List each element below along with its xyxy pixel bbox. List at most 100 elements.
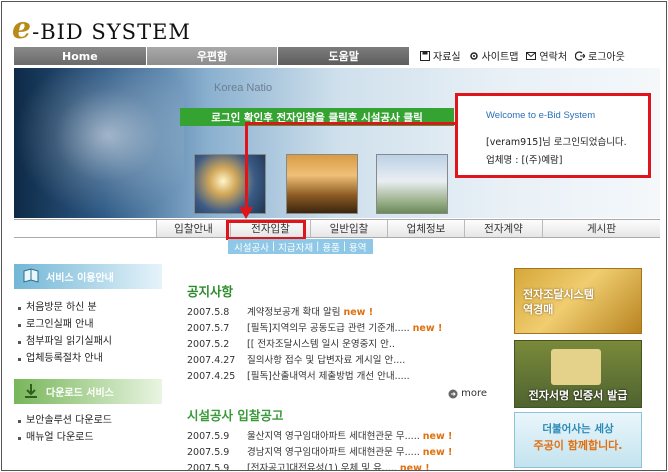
annotation-line-horizontal xyxy=(245,122,457,125)
util-contact[interactable]: 연락처 xyxy=(526,48,567,63)
table-row[interactable]: 2007.5.9 [전자공고]대전유성(1) 우체 및 유..... new ! xyxy=(187,461,497,471)
new-badge: new ! xyxy=(399,463,430,471)
submenu-general-bid[interactable]: 일반입찰 xyxy=(310,220,387,237)
reverse-auction-line2: 역경매 xyxy=(523,303,554,316)
list-item[interactable]: 보안솔루션 다운로드 xyxy=(14,412,162,429)
list-item[interactable]: 업체등록절차 안내 xyxy=(14,350,162,367)
notices-more-link[interactable]: more xyxy=(187,388,497,399)
util-sitemap-label: 사이트맵 xyxy=(481,52,519,63)
certificate-image xyxy=(551,349,601,385)
reverse-auction-text: 전자조달시스템 역경매 xyxy=(523,287,594,317)
top-nav: Home 우편함 도움말 xyxy=(14,47,410,65)
banner-photo-sunlight xyxy=(194,154,266,214)
download-list: 보안솔루션 다운로드 매뉴얼 다운로드 xyxy=(14,412,162,446)
subsub-construction[interactable]: 시설공사 xyxy=(234,240,269,254)
banner-photo-crane xyxy=(286,154,358,214)
table-row[interactable]: 2007.5.2 [[ 전자조달시스템 일시 운영중지 안.. xyxy=(187,337,497,353)
jugong-banner[interactable]: 더불어사는 세상 주공이 함께합니다. xyxy=(514,412,642,468)
download-icon xyxy=(25,384,37,398)
jugong-line2: 주공이 함께합니다. xyxy=(533,439,623,452)
bid-date: 2007.5.9 xyxy=(187,447,230,458)
notice-date: 2007.4.27 xyxy=(187,355,236,366)
tab-mailbox[interactable]: 우편함 xyxy=(146,47,278,65)
envelope-icon xyxy=(526,51,537,60)
notices-title: 공지사항 xyxy=(187,284,234,299)
new-badge: new ! xyxy=(422,447,453,458)
utility-nav: 자료실 사이트맵 연락처 로그아웃 xyxy=(420,48,625,63)
submenu-e-contract[interactable]: 전자계약 xyxy=(464,220,542,237)
welcome-company: 업체명 : [(주)예람] xyxy=(486,155,563,166)
ebid-logo[interactable]: e -BID SYSTEM xyxy=(12,11,191,46)
subsub-separator-2: | xyxy=(316,241,320,252)
list-item[interactable]: 첨부파일 읽기실패시 xyxy=(14,333,162,350)
gear-icon xyxy=(469,51,478,60)
certificate-banner[interactable]: 전자서명 인증서 발급 xyxy=(514,340,642,408)
welcome-title: Welcome to e-Bid System xyxy=(486,110,596,121)
notice-title[interactable]: [필독]산출내역서 제출방법 개선 안내..... xyxy=(247,369,410,385)
logo-text: -BID SYSTEM xyxy=(32,20,191,44)
table-row[interactable]: 2007.5.9 울산지역 영구임대아파트 세대현관문 무..... new ! xyxy=(187,429,497,445)
notice-date: 2007.5.7 xyxy=(187,323,230,334)
service-guide-header: 서비스 이용안내 xyxy=(14,264,162,289)
bids-title: 시설공사 입찰공고 xyxy=(187,408,284,423)
reverse-auction-line1: 전자조달시스템 xyxy=(523,288,594,301)
bid-date: 2007.5.9 xyxy=(187,431,230,442)
subsub-goods[interactable]: 용품 xyxy=(322,240,339,254)
list-item[interactable]: 처음방문 하신 분 xyxy=(14,299,162,316)
util-sitemap[interactable]: 사이트맵 xyxy=(469,48,519,63)
bid-title[interactable]: 경남지역 영구임대아파트 세대현관문 무..... xyxy=(247,445,420,461)
new-badge: new ! xyxy=(422,431,453,442)
util-contact-label: 연락처 xyxy=(539,52,568,63)
reverse-auction-banner[interactable]: 전자조달시스템 역경매 xyxy=(514,268,642,334)
banner-korea-nation-text: Korea Natio xyxy=(214,82,273,94)
table-row[interactable]: 2007.5.9 경남지역 영구임대아파트 세대현관문 무..... new ! xyxy=(187,445,497,461)
book-icon xyxy=(23,268,39,283)
list-item[interactable]: 매뉴얼 다운로드 xyxy=(14,429,162,446)
new-badge: new ! xyxy=(343,307,374,318)
util-archive-label: 자료실 xyxy=(433,52,461,63)
list-item[interactable]: 로그인실패 안내 xyxy=(14,316,162,333)
logo-e: e xyxy=(12,11,32,46)
arrow-right-icon xyxy=(448,389,458,398)
table-row[interactable]: 2007.4.25 [필독]산출내역서 제출방법 개선 안내..... xyxy=(187,369,497,385)
sub-menu: 입찰안내 전자입찰 일반입찰 업체정보 전자계약 게시판 xyxy=(14,219,660,238)
bid-title[interactable]: [전자공고]대전유성(1) 우체 및 유..... xyxy=(247,461,397,470)
subsub-services[interactable]: 용역 xyxy=(349,240,366,254)
util-logout[interactable]: 로그아웃 xyxy=(575,48,625,63)
table-row[interactable]: 2007.5.8 계약정보공개 확대 알림 new ! xyxy=(187,305,497,321)
tab-home[interactable]: Home xyxy=(14,47,146,65)
subsub-separator-1: | xyxy=(271,241,276,252)
service-guide-title: 서비스 이용안내 xyxy=(46,273,114,284)
submenu-board[interactable]: 게시판 xyxy=(542,220,660,237)
util-logout-label: 로그아웃 xyxy=(588,52,625,63)
notice-title[interactable]: [[ 전자조달시스템 일시 운영중지 안.. xyxy=(247,337,395,353)
tab-help[interactable]: 도움말 xyxy=(278,47,410,65)
table-row[interactable]: 2007.5.7 [필독]지역의무 공동도급 관련 기준개..... new ! xyxy=(187,321,497,337)
download-header: 다운로드 서비스 xyxy=(14,379,162,404)
service-guide-list: 처음방문 하신 분 로그인실패 안내 첨부파일 읽기실패시 업체등록절차 안내 xyxy=(14,299,162,367)
certificate-text: 전자서명 인증서 발급 xyxy=(528,389,628,402)
center-column: 공지사항 2007.5.8 계약정보공개 확대 알림 new ! 2007.5.7[… xyxy=(187,281,497,471)
notices-list: 2007.5.8 계약정보공개 확대 알림 new ! 2007.5.7 [필독]지역… xyxy=(187,305,497,385)
subsub-materials[interactable]: 지급자재 xyxy=(278,240,313,254)
left-column: 서비스 이용안내 처음방문 하신 분 로그인실패 안내 첨부파일 읽기실패시 업… xyxy=(14,264,162,446)
notice-date: 2007.5.2 xyxy=(187,339,230,350)
submenu-company-info[interactable]: 업체정보 xyxy=(387,220,464,237)
download-title: 다운로드 서비스 xyxy=(46,388,114,399)
table-row[interactable]: 2007.4.27 질의사항 접수 및 답변자료 게시일 안.... xyxy=(187,353,497,369)
notice-title[interactable]: 계약정보공개 확대 알림 xyxy=(247,305,340,321)
new-badge: new ! xyxy=(412,323,443,334)
notice-title[interactable]: 질의사항 접수 및 답변자료 게시일 안.... xyxy=(247,353,405,369)
banner-photo-apartments xyxy=(376,154,448,214)
bids-section: 시설공사 입찰공고 2007.5.9 울산지역 영구임대아파트 세대현관문 무..… xyxy=(187,405,497,471)
notice-title[interactable]: [필독]지역의무 공동도급 관련 기준개..... xyxy=(247,321,410,337)
subsub-separator-3: | xyxy=(342,241,347,252)
annotation-highlight-box xyxy=(226,220,306,240)
submenu-bid-guide[interactable]: 입찰안내 xyxy=(156,220,230,237)
util-archive[interactable]: 자료실 xyxy=(420,48,461,63)
notice-date: 2007.4.25 xyxy=(187,371,236,382)
jugong-line1: 더불어사는 세상 xyxy=(542,423,614,435)
notice-date: 2007.5.8 xyxy=(187,307,230,318)
bid-title[interactable]: 울산지역 영구임대아파트 세대현관문 무..... xyxy=(247,429,420,445)
browser-frame: e -BID SYSTEM Home 우편함 도움말 자료실 사이트맵 연락처 … xyxy=(1,1,667,471)
